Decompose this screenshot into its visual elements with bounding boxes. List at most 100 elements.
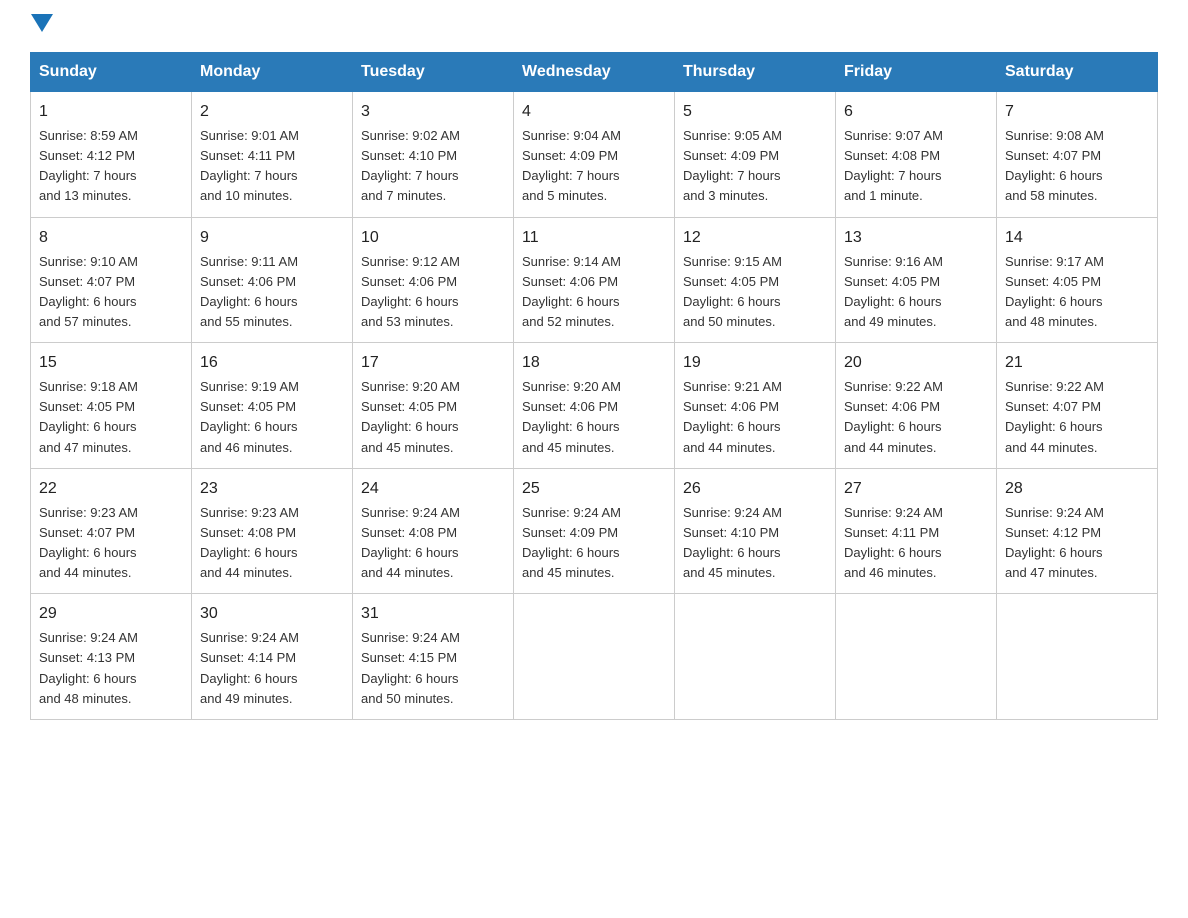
day-info: Sunrise: 9:10 AMSunset: 4:07 PMDaylight:… (39, 254, 138, 329)
day-cell: 7 Sunrise: 9:08 AMSunset: 4:07 PMDaylight… (997, 92, 1158, 218)
day-info: Sunrise: 9:24 AMSunset: 4:14 PMDaylight:… (200, 630, 299, 705)
day-number: 20 (844, 351, 988, 375)
day-info: Sunrise: 8:59 AMSunset: 4:12 PMDaylight:… (39, 128, 138, 203)
day-number: 10 (361, 226, 505, 250)
day-info: Sunrise: 9:23 AMSunset: 4:08 PMDaylight:… (200, 505, 299, 580)
day-number: 28 (1005, 477, 1149, 501)
day-info: Sunrise: 9:22 AMSunset: 4:07 PMDaylight:… (1005, 379, 1104, 454)
day-cell: 4 Sunrise: 9:04 AMSunset: 4:09 PMDaylight… (514, 92, 675, 218)
day-info: Sunrise: 9:15 AMSunset: 4:05 PMDaylight:… (683, 254, 782, 329)
day-info: Sunrise: 9:05 AMSunset: 4:09 PMDaylight:… (683, 128, 782, 203)
day-cell: 1 Sunrise: 8:59 AMSunset: 4:12 PMDaylight… (31, 92, 192, 218)
day-cell: 9 Sunrise: 9:11 AMSunset: 4:06 PMDaylight… (192, 217, 353, 343)
day-info: Sunrise: 9:20 AMSunset: 4:06 PMDaylight:… (522, 379, 621, 454)
day-number: 8 (39, 226, 183, 250)
day-cell: 10 Sunrise: 9:12 AMSunset: 4:06 PMDayligh… (353, 217, 514, 343)
day-number: 13 (844, 226, 988, 250)
day-number: 29 (39, 602, 183, 626)
page-header (30, 20, 1158, 32)
logo-arrow-icon (31, 14, 53, 36)
day-number: 3 (361, 100, 505, 124)
day-cell: 26 Sunrise: 9:24 AMSunset: 4:10 PMDayligh… (675, 468, 836, 594)
header-friday: Friday (836, 53, 997, 92)
day-number: 24 (361, 477, 505, 501)
day-number: 27 (844, 477, 988, 501)
day-number: 15 (39, 351, 183, 375)
day-cell: 12 Sunrise: 9:15 AMSunset: 4:05 PMDayligh… (675, 217, 836, 343)
day-info: Sunrise: 9:12 AMSunset: 4:06 PMDaylight:… (361, 254, 460, 329)
day-number: 9 (200, 226, 344, 250)
day-cell: 20 Sunrise: 9:22 AMSunset: 4:06 PMDayligh… (836, 343, 997, 469)
day-cell: 23 Sunrise: 9:23 AMSunset: 4:08 PMDayligh… (192, 468, 353, 594)
day-number: 7 (1005, 100, 1149, 124)
day-cell: 21 Sunrise: 9:22 AMSunset: 4:07 PMDayligh… (997, 343, 1158, 469)
day-info: Sunrise: 9:24 AMSunset: 4:11 PMDaylight:… (844, 505, 943, 580)
day-info: Sunrise: 9:16 AMSunset: 4:05 PMDaylight:… (844, 254, 943, 329)
header-wednesday: Wednesday (514, 53, 675, 92)
day-info: Sunrise: 9:24 AMSunset: 4:10 PMDaylight:… (683, 505, 782, 580)
header-sunday: Sunday (31, 53, 192, 92)
day-cell: 13 Sunrise: 9:16 AMSunset: 4:05 PMDayligh… (836, 217, 997, 343)
day-number: 26 (683, 477, 827, 501)
day-cell: 24 Sunrise: 9:24 AMSunset: 4:08 PMDayligh… (353, 468, 514, 594)
day-cell: 31Sunrise: 9:24 AMSunset: 4:15 PMDayligh… (353, 594, 514, 720)
day-number: 11 (522, 226, 666, 250)
week-row-5: 29Sunrise: 9:24 AMSunset: 4:13 PMDayligh… (31, 594, 1158, 720)
day-number: 30 (200, 602, 344, 626)
day-info: Sunrise: 9:22 AMSunset: 4:06 PMDaylight:… (844, 379, 943, 454)
day-cell: 8 Sunrise: 9:10 AMSunset: 4:07 PMDaylight… (31, 217, 192, 343)
day-info: Sunrise: 9:01 AMSunset: 4:11 PMDaylight:… (200, 128, 299, 203)
day-cell (836, 594, 997, 720)
day-number: 2 (200, 100, 344, 124)
day-number: 5 (683, 100, 827, 124)
day-cell: 28 Sunrise: 9:24 AMSunset: 4:12 PMDayligh… (997, 468, 1158, 594)
week-row-1: 1 Sunrise: 8:59 AMSunset: 4:12 PMDaylight… (31, 92, 1158, 218)
day-cell: 3Sunrise: 9:02 AMSunset: 4:10 PMDaylight… (353, 92, 514, 218)
day-number: 19 (683, 351, 827, 375)
day-number: 12 (683, 226, 827, 250)
day-info: Sunrise: 9:24 AMSunset: 4:08 PMDaylight:… (361, 505, 460, 580)
day-number: 17 (361, 351, 505, 375)
day-info: Sunrise: 9:07 AMSunset: 4:08 PMDaylight:… (844, 128, 943, 203)
calendar-table: SundayMondayTuesdayWednesdayThursdayFrid… (30, 52, 1158, 720)
day-info: Sunrise: 9:24 AMSunset: 4:12 PMDaylight:… (1005, 505, 1104, 580)
week-row-3: 15 Sunrise: 9:18 AMSunset: 4:05 PMDayligh… (31, 343, 1158, 469)
day-cell (514, 594, 675, 720)
header-tuesday: Tuesday (353, 53, 514, 92)
week-row-2: 8 Sunrise: 9:10 AMSunset: 4:07 PMDaylight… (31, 217, 1158, 343)
day-info: Sunrise: 9:21 AMSunset: 4:06 PMDaylight:… (683, 379, 782, 454)
day-info: Sunrise: 9:11 AMSunset: 4:06 PMDaylight:… (200, 254, 298, 329)
day-cell: 22 Sunrise: 9:23 AMSunset: 4:07 PMDayligh… (31, 468, 192, 594)
day-info: Sunrise: 9:04 AMSunset: 4:09 PMDaylight:… (522, 128, 621, 203)
day-number: 1 (39, 100, 183, 124)
day-info: Sunrise: 9:24 AMSunset: 4:09 PMDaylight:… (522, 505, 621, 580)
day-info: Sunrise: 9:18 AMSunset: 4:05 PMDaylight:… (39, 379, 138, 454)
day-number: 16 (200, 351, 344, 375)
day-cell: 2 Sunrise: 9:01 AMSunset: 4:11 PMDaylight… (192, 92, 353, 218)
day-info: Sunrise: 9:08 AMSunset: 4:07 PMDaylight:… (1005, 128, 1104, 203)
day-number: 14 (1005, 226, 1149, 250)
day-number: 25 (522, 477, 666, 501)
day-info: Sunrise: 9:24 AMSunset: 4:15 PMDaylight:… (361, 630, 460, 705)
day-info: Sunrise: 9:23 AMSunset: 4:07 PMDaylight:… (39, 505, 138, 580)
day-cell: 5 Sunrise: 9:05 AMSunset: 4:09 PMDaylight… (675, 92, 836, 218)
calendar-header-row: SundayMondayTuesdayWednesdayThursdayFrid… (31, 53, 1158, 92)
day-cell: 30 Sunrise: 9:24 AMSunset: 4:14 PMDayligh… (192, 594, 353, 720)
day-cell: 29Sunrise: 9:24 AMSunset: 4:13 PMDayligh… (31, 594, 192, 720)
day-cell: 16 Sunrise: 9:19 AMSunset: 4:05 PMDayligh… (192, 343, 353, 469)
logo (30, 20, 53, 32)
day-cell: 19 Sunrise: 9:21 AMSunset: 4:06 PMDayligh… (675, 343, 836, 469)
day-cell (997, 594, 1158, 720)
day-cell: 14Sunrise: 9:17 AMSunset: 4:05 PMDayligh… (997, 217, 1158, 343)
day-cell: 18 Sunrise: 9:20 AMSunset: 4:06 PMDayligh… (514, 343, 675, 469)
header-monday: Monday (192, 53, 353, 92)
day-number: 23 (200, 477, 344, 501)
day-number: 4 (522, 100, 666, 124)
week-row-4: 22 Sunrise: 9:23 AMSunset: 4:07 PMDayligh… (31, 468, 1158, 594)
day-number: 21 (1005, 351, 1149, 375)
day-cell: 25 Sunrise: 9:24 AMSunset: 4:09 PMDayligh… (514, 468, 675, 594)
day-number: 18 (522, 351, 666, 375)
day-number: 22 (39, 477, 183, 501)
day-cell (675, 594, 836, 720)
day-info: Sunrise: 9:19 AMSunset: 4:05 PMDaylight:… (200, 379, 299, 454)
